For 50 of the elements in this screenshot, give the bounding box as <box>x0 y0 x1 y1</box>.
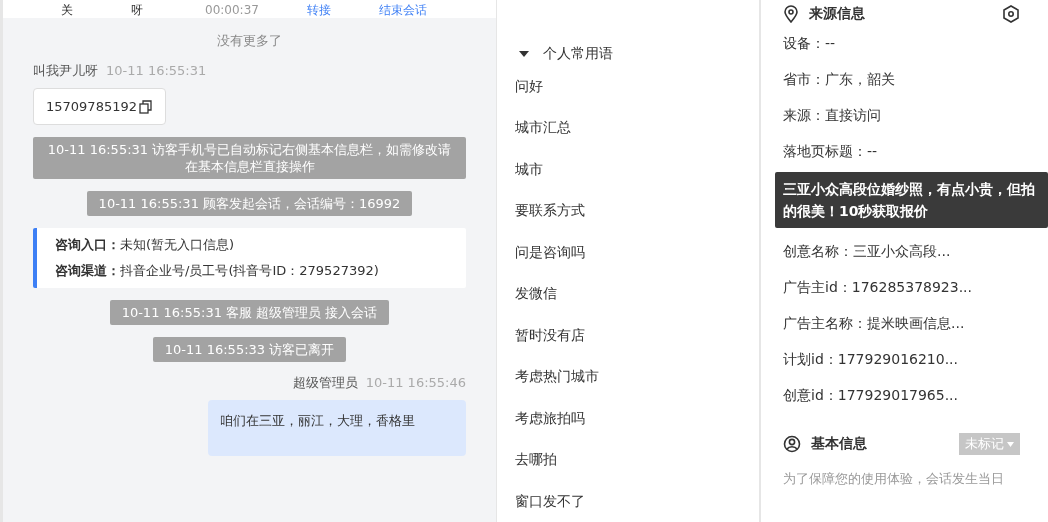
source-field: 创意名称：三亚小众高段... <box>783 234 1020 270</box>
info-label: 咨询渠道： <box>55 263 120 278</box>
section-title: 来源信息 <box>809 5 865 23</box>
phrase-item[interactable]: 问好 <box>515 66 743 108</box>
message-time: 10-11 16:55:46 <box>365 375 466 390</box>
info-value: 未知(暂无入口信息) <box>120 237 235 252</box>
phrase-item[interactable]: 考虑旅拍吗 <box>515 398 743 440</box>
phrase-item[interactable]: 发微信 <box>515 273 743 315</box>
tooltip: 三亚小众高段位婚纱照，有点小贵，但拍的很美！10秒获取报价 <box>775 172 1048 228</box>
phrase-item[interactable]: 城市 <box>515 149 743 191</box>
hexagon-icon <box>1002 5 1020 23</box>
copy-icon <box>139 99 153 114</box>
system-notice: 10-11 16:55:31 客服 超级管理员 接入会话 <box>109 300 390 325</box>
phrase-item[interactable]: 城市汇总 <box>515 107 743 149</box>
phrase-group[interactable]: 个人常用语 <box>515 42 743 66</box>
system-notice: 10-11 16:55:31 顾客发起会话，会话编号：16992 <box>86 191 413 216</box>
header-text: 呀 <box>131 4 143 16</box>
header-text: 00:00:37 <box>205 4 259 16</box>
source-field: 省市：广东，韶关 <box>783 62 1020 98</box>
user-icon <box>783 435 801 453</box>
source-field: 广告主名称：提米映画信息... <box>783 306 1020 342</box>
phrase-item[interactable]: 去哪拍 <box>515 439 743 481</box>
source-field: 落地页标题：-- <box>783 134 1020 170</box>
info-value: 抖音企业号/员工号(抖音号ID：279527392) <box>120 263 379 278</box>
source-field: 计划id：177929016210... <box>783 342 1020 378</box>
phrase-item[interactable]: 暂时没有店 <box>515 315 743 357</box>
message-bubble: 咱们在三亚，丽江，大理，香格里 <box>208 400 466 456</box>
system-notice: 10-11 16:55:31 访客手机号已自动标记右侧基本信息栏，如需修改请在基本信息栏直接操作 <box>33 137 466 179</box>
no-more-text: 没有更多了 <box>216 32 283 50</box>
message-time: 10-11 16:55:31 <box>106 63 207 78</box>
phrase-item[interactable]: 考虑热门城市 <box>515 356 743 398</box>
source-field: 创意id：177929017965... <box>783 378 1020 414</box>
phrase-item[interactable]: 问是咨询吗 <box>515 232 743 274</box>
system-notice: 10-11 16:55:33 访客已离开 <box>152 337 347 362</box>
source-field: 广告主id：176285378923... <box>783 270 1020 306</box>
info-label: 咨询入口： <box>55 237 120 252</box>
header-text: 关 <box>61 4 73 16</box>
location-pin-icon <box>783 5 799 23</box>
source-field: 来源：直接访问 <box>783 98 1020 134</box>
sender-name: 叫我尹儿呀 <box>33 63 98 78</box>
message-bubble: 15709785192 <box>33 88 166 125</box>
phrase-item[interactable]: 要联系方式 <box>515 190 743 232</box>
header-link[interactable]: 转接 <box>306 4 331 16</box>
section-title: 基本信息 <box>811 435 867 453</box>
phrase-item[interactable]: 窗口发不了 <box>515 481 743 522</box>
source-field: 设备：-- <box>783 26 1020 62</box>
header-link[interactable]: 结束会话 <box>378 4 427 16</box>
notice-text: 为了保障您的使用体验，会话发生当日 <box>783 470 1005 488</box>
sender-name: 超级管理员 <box>292 375 358 390</box>
caret-icon <box>1007 441 1014 447</box>
